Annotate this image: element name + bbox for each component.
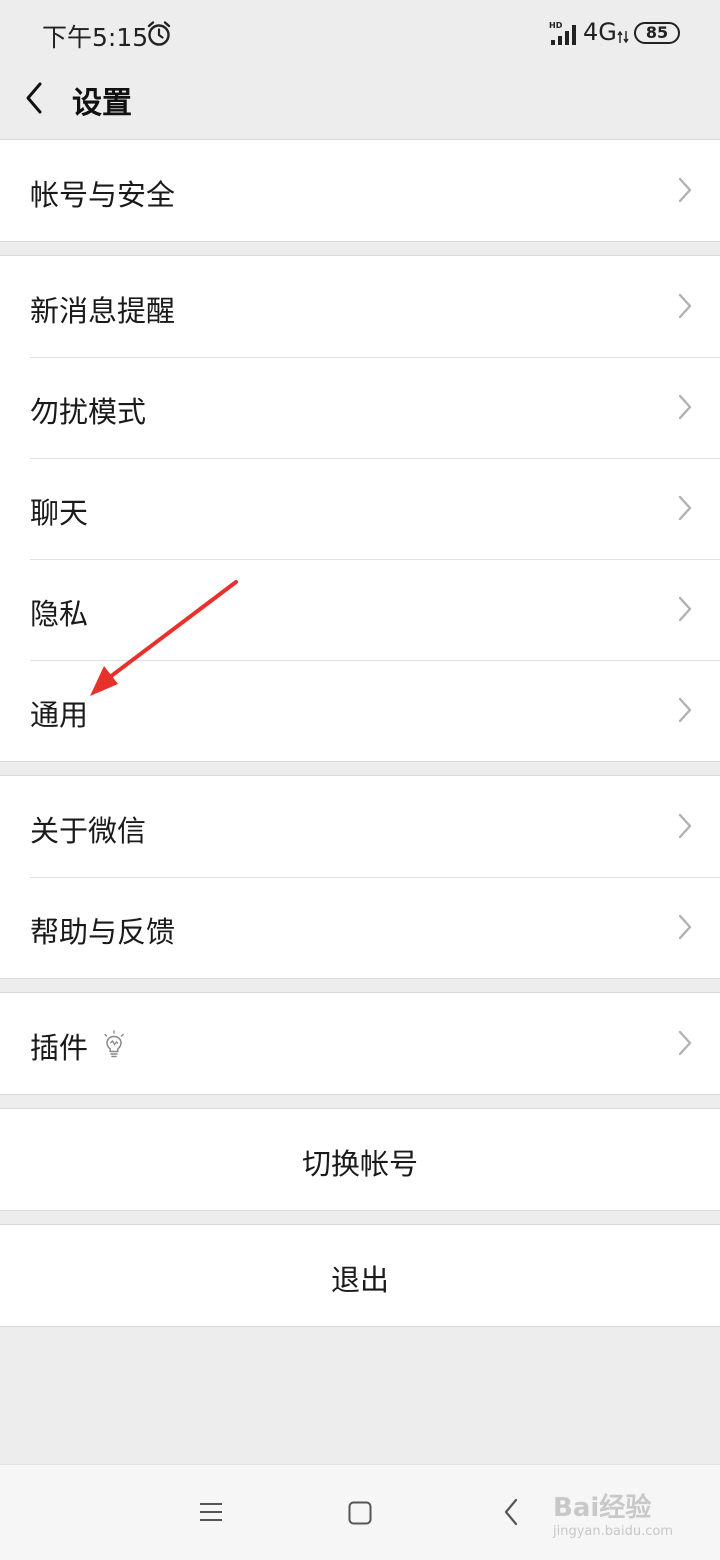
settings-item-label: 聊天	[30, 496, 89, 530]
back-icon[interactable]	[503, 1498, 519, 1526]
home-icon[interactable]	[348, 1501, 372, 1525]
settings-item-label: 关于微信	[30, 814, 147, 848]
settings-item-do-not-disturb[interactable]: 勿扰模式	[0, 357, 720, 458]
settings-item-chat[interactable]: 聊天	[0, 458, 720, 559]
lightbulb-icon	[104, 1030, 124, 1058]
settings-item-label: 插件	[30, 1031, 89, 1065]
settings-item-notifications[interactable]: 新消息提醒	[0, 256, 720, 357]
settings-item-label: 帮助与反馈	[30, 915, 176, 949]
settings-item-help-feedback[interactable]: 帮助与反馈	[0, 877, 720, 978]
network-type: 4G	[583, 18, 617, 46]
menu-icon[interactable]	[199, 1501, 223, 1523]
chevron-right-icon	[678, 914, 692, 940]
settings-group-plugins: 插件	[0, 992, 720, 1095]
watermark-url: jingyan.baidu.com	[553, 1524, 673, 1539]
logout-button[interactable]: 退出	[0, 1225, 720, 1326]
baidu-jingyan-watermark: Bai经验 jingyan.baidu.com	[553, 1487, 683, 1547]
chevron-right-icon	[678, 394, 692, 420]
battery-indicator: 85	[634, 22, 680, 44]
settings-group-main: 新消息提醒 勿扰模式 聊天 隐私 通用	[0, 255, 720, 762]
chevron-right-icon	[678, 697, 692, 723]
data-arrows-icon	[617, 30, 629, 44]
screen: 下午5:15 HD 4G 85 设置 帐号与安全 新消息提醒 勿扰模式 聊天 隐…	[0, 0, 720, 1560]
signal-icon: HD	[549, 21, 576, 45]
logout-label: 退出	[330, 1263, 389, 1297]
settings-item-privacy[interactable]: 隐私	[0, 559, 720, 660]
settings-item-general[interactable]: 通用	[0, 660, 720, 761]
chevron-right-icon	[678, 813, 692, 839]
chevron-right-icon	[678, 1030, 692, 1056]
status-time: 下午5:15	[42, 23, 149, 52]
settings-item-label: 通用	[30, 698, 89, 732]
settings-item-plugins[interactable]: 插件	[0, 993, 720, 1094]
settings-group-about: 关于微信 帮助与反馈	[0, 775, 720, 979]
switch-account-button[interactable]: 切换帐号	[0, 1109, 720, 1210]
settings-group-account: 帐号与安全	[0, 139, 720, 242]
settings-item-account-security[interactable]: 帐号与安全	[0, 140, 720, 241]
chevron-right-icon	[678, 177, 692, 203]
chevron-right-icon	[678, 293, 692, 319]
watermark-brand: Bai经验	[553, 1493, 652, 1523]
hd-label: HD	[549, 21, 563, 30]
settings-item-label: 新消息提醒	[30, 294, 176, 328]
alarm-icon	[147, 21, 171, 46]
chevron-right-icon	[678, 596, 692, 622]
logout-group: 退出	[0, 1224, 720, 1327]
settings-item-about-wechat[interactable]: 关于微信	[0, 776, 720, 877]
settings-item-label: 隐私	[30, 597, 89, 631]
chevron-right-icon	[678, 495, 692, 521]
chevron-left-icon[interactable]	[22, 80, 50, 116]
settings-item-label: 帐号与安全	[30, 178, 176, 212]
system-nav-bar: Bai经验 jingyan.baidu.com	[0, 1464, 720, 1560]
switch-account-group: 切换帐号	[0, 1108, 720, 1211]
status-bar: 下午5:15 HD 4G 85	[0, 0, 720, 66]
page-title: 设置	[72, 86, 132, 121]
nav-bar: 设置	[0, 66, 720, 139]
switch-account-label: 切换帐号	[301, 1147, 418, 1181]
settings-item-label: 勿扰模式	[30, 395, 147, 429]
